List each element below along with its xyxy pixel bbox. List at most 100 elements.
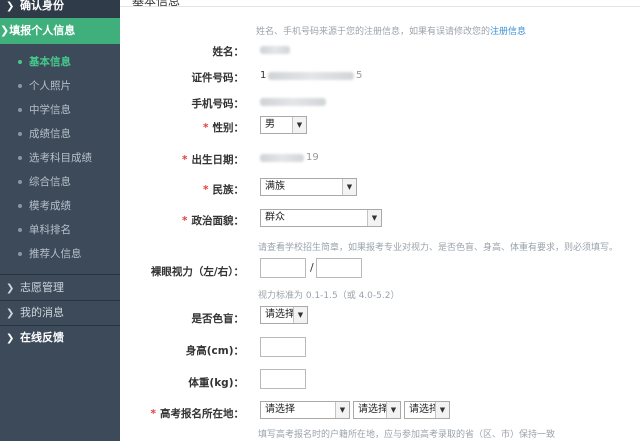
sidebar-subitem-label: 综合信息 (29, 176, 71, 188)
chevron-down-icon: ▼ (386, 402, 400, 418)
bullet-icon (18, 204, 22, 208)
bullet-icon (18, 156, 22, 160)
politics-select-value: 群众 (265, 212, 285, 223)
required-star: * (203, 122, 209, 134)
main-form: 基本信息 姓名、手机号码来源于您的注册信息，如果有误请修改您的注册信息 姓名： … (120, 0, 640, 441)
politics-select[interactable]: 群众 ▼ (260, 209, 382, 227)
sidebar-item-messages[interactable]: ❯ 我的消息 (0, 301, 120, 325)
vision-right-input[interactable] (316, 258, 362, 278)
required-star: * (203, 184, 209, 196)
sidebar-subitem-label: 模考成绩 (29, 200, 71, 212)
notice-text: 姓名、手机号码来源于您的注册信息，如果有误请修改您的注册信息 (256, 24, 526, 37)
exam-location-label: * 高考报名所在地： (124, 406, 245, 421)
bullet-icon (18, 180, 22, 184)
bullet-icon (18, 132, 22, 136)
exam-city-select[interactable]: 请选择 ▼ (353, 401, 401, 419)
chevron-down-icon: ▼ (292, 117, 306, 133)
sidebar-item-fill-personal-info[interactable]: ❯填报个人信息 (0, 18, 120, 44)
sidebar-subitem-label: 基本信息 (29, 56, 71, 68)
sidebar-subitem-label: 个人照片 (29, 80, 71, 92)
name-value-redacted (260, 46, 290, 54)
chevron-right-icon: ❯ (6, 333, 15, 344)
sidebar-subitem-comprehensive[interactable]: 综合信息 (0, 170, 120, 194)
ethnicity-select[interactable]: 满族 ▼ (260, 178, 357, 196)
notice-label: 姓名、手机号码来源于您的注册信息，如果有误请修改您的 (256, 27, 491, 37)
required-star: * (150, 408, 157, 420)
colorblind-select-value: 请选择 (265, 309, 295, 320)
required-star: * (182, 215, 188, 227)
chevron-right-icon: ❯ (6, 1, 15, 12)
exam-province-value: 请选择 (265, 404, 295, 415)
exam-district-select[interactable]: 请选择 ▼ (404, 401, 450, 419)
exam-city-value: 请选择 (358, 404, 388, 415)
id-value-end: 5 (356, 70, 363, 81)
sidebar-subitem-label: 成绩信息 (29, 128, 71, 140)
birth-value-end: 19 (306, 152, 319, 163)
vision-hint: 视力标准为 0.1-1.5（或 4.0-5.2） (258, 291, 400, 301)
sidebar-subitem-mock-exam[interactable]: 模考成绩 (0, 194, 120, 218)
sidebar-item-volunteer[interactable]: ❯ 志愿管理 (0, 276, 120, 300)
bullet-icon (18, 84, 22, 88)
exam-location-label-text: 高考报名所在地： (160, 408, 244, 420)
sidebar-divider (0, 274, 120, 275)
sidebar: ❯ 确认身份 ❯填报个人信息 基本信息 个人照片 中学信息 成绩信息 选考科目成绩… (0, 0, 120, 441)
sidebar-subitem-scores[interactable]: 成绩信息 (0, 122, 120, 146)
weight-input[interactable] (260, 369, 306, 389)
birth-value-redacted (260, 154, 304, 162)
sidebar-item-label: 确认身份 (20, 0, 64, 12)
bullet-icon (18, 228, 22, 232)
height-input[interactable] (260, 337, 306, 357)
sidebar-subitem-photo[interactable]: 个人照片 (0, 74, 120, 98)
chevron-down-icon: ▼ (293, 307, 307, 323)
gender-label-text: 性别： (212, 122, 245, 134)
ethnicity-label: * 民族： (124, 182, 244, 197)
sidebar-subitem-subject-rank[interactable]: 单科排名 (0, 218, 120, 242)
exam-province-select[interactable]: 请选择 ▼ (260, 401, 350, 419)
id-value-start: 1 (260, 70, 267, 81)
sidebar-subitem-label: 推荐人信息 (29, 248, 82, 260)
sidebar-subitem-school[interactable]: 中学信息 (0, 98, 120, 122)
birth-label-text: 出生日期： (191, 154, 245, 166)
sidebar-subitem-label: 中学信息 (29, 104, 71, 116)
politics-label: * 政治面貌： (124, 213, 244, 228)
chevron-down-icon: ❯ (0, 24, 10, 37)
vision-note: 请查看学校招生简章，如果报考专业对视力、是否色盲、身高、体重有要求，则必须填写。 (258, 243, 619, 253)
sidebar-subitem-elective-scores[interactable]: 选考科目成绩 (0, 146, 120, 170)
gender-select[interactable]: 男 ▼ (260, 116, 307, 134)
chevron-down-icon: ▼ (342, 179, 356, 195)
required-star: * (182, 154, 188, 166)
colorblind-label: 是否色盲： (191, 313, 245, 325)
chevron-right-icon: ❯ (6, 308, 15, 319)
sidebar-item-confirm-identity[interactable]: ❯ 确认身份 (0, 0, 120, 18)
phone-label: 手机号码： (191, 98, 245, 110)
sidebar-subitem-referee[interactable]: 推荐人信息 (0, 242, 120, 266)
register-info-link[interactable]: 注册信息 (490, 27, 526, 37)
chevron-down-icon: ▼ (435, 402, 449, 418)
bullet-icon (18, 108, 22, 112)
gender-select-value: 男 (265, 119, 275, 130)
phone-value-redacted (260, 98, 326, 106)
sidebar-subitem-label: 单科排名 (29, 224, 71, 236)
sidebar-item-feedback[interactable]: ❯ 在线反馈 (0, 326, 120, 350)
page-title: 基本信息 (132, 0, 181, 8)
height-label: 身高(cm)： (185, 345, 244, 357)
colorblind-select[interactable]: 请选择 ▼ (260, 306, 308, 324)
weight-label: 体重(kg)： (188, 377, 244, 389)
gender-label: * 性别： (124, 120, 244, 135)
chevron-down-icon: ▼ (335, 402, 349, 418)
ethnicity-label-text: 民族： (212, 184, 245, 196)
sidebar-item-label: 志愿管理 (20, 281, 64, 294)
sidebar-item-label: 我的消息 (20, 306, 64, 319)
ethnicity-select-value: 满族 (265, 181, 285, 192)
vision-separator: / (310, 261, 314, 274)
vision-left-input[interactable] (260, 258, 306, 278)
sidebar-item-label: 在线反馈 (20, 331, 64, 344)
birth-label: * 出生日期： (124, 152, 244, 167)
exam-location-note: 填写高考报名时的户籍所在地，应与参加高考录取的省（区、市）保持一致 (258, 430, 556, 440)
id-label: 证件号码： (191, 72, 245, 84)
chevron-right-icon: ❯ (6, 283, 15, 294)
sidebar-subitem-basic-info[interactable]: 基本信息 (0, 50, 120, 74)
bullet-icon (18, 60, 22, 64)
header-divider (120, 6, 640, 7)
bullet-icon (18, 252, 22, 256)
